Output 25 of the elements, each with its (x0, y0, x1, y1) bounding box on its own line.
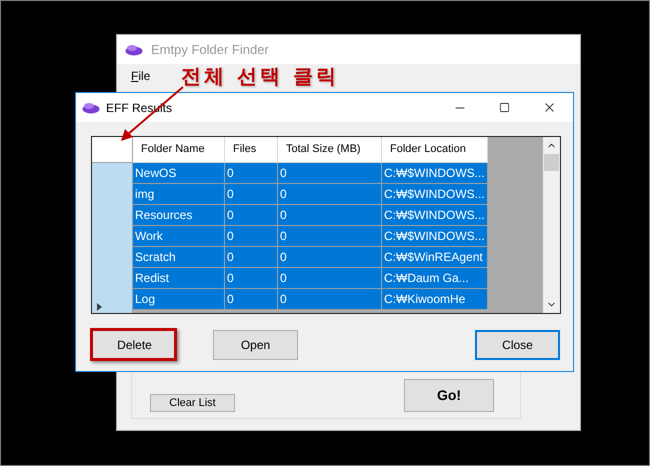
folder-icon (125, 44, 143, 56)
go-button[interactable]: Go! (404, 379, 494, 412)
header-corner[interactable] (92, 137, 133, 163)
current-row-icon (97, 303, 102, 311)
dialog-button[interactable]: Close (475, 330, 560, 360)
scroll-thumb[interactable] (544, 154, 559, 171)
table-row[interactable]: Scratch 0 0 C:₩$WinREAgent (133, 247, 488, 268)
table-cell: 0 (225, 289, 278, 310)
table-cell: C:₩KiwoomHe (382, 289, 488, 310)
table-row[interactable]: NewOS 0 0 C:₩$WINDOWS... (133, 163, 488, 184)
menu-item[interactable]: File (131, 67, 150, 85)
annotation-text: 전체 선택 클릭 (181, 63, 339, 90)
table-cell: Log (133, 289, 225, 310)
table-row[interactable]: Resources 0 0 C:₩$WINDOWS... (133, 205, 488, 226)
table-row[interactable]: Log 0 0 C:₩KiwoomHe (133, 289, 488, 310)
folder-icon (82, 102, 100, 114)
dialog-button[interactable]: Open (213, 330, 298, 360)
table-cell: 0 (278, 289, 382, 310)
table-row[interactable]: Redist 0 0 C:₩Daum Ga... (133, 268, 488, 289)
clear-list-button[interactable]: Clear List (150, 394, 235, 412)
table-row[interactable]: Work 0 0 C:₩$WINDOWS... (133, 226, 488, 247)
window-title: Emtpy Folder Finder (151, 40, 269, 59)
scrollbar[interactable] (543, 137, 560, 313)
maximize-icon[interactable] (499, 102, 510, 113)
table-row[interactable]: img 0 0 C:₩$WINDOWS... (133, 184, 488, 205)
